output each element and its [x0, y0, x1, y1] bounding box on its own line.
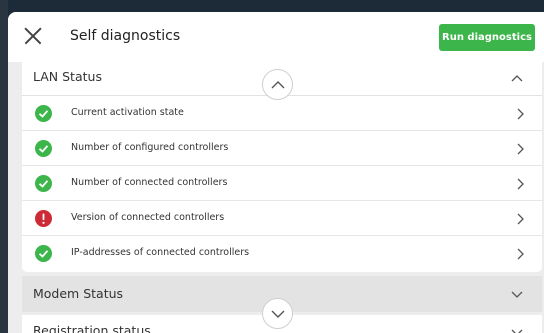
registration-status-title: Registration status [33, 323, 151, 333]
close-icon[interactable] [24, 27, 42, 45]
list-item-label: Number of configured controllers [71, 142, 229, 153]
run-diagnostics-button[interactable]: Run diagnostics [439, 24, 535, 51]
page-title: Self diagnostics [70, 28, 181, 44]
panel-header: Self diagnostics Run diagnostics [8, 12, 544, 62]
chevron-right-icon[interactable] [515, 247, 525, 261]
list-item-label: Version of connected controllers [71, 212, 225, 223]
modem-status-title: Modem Status [33, 286, 124, 301]
chevron-down-icon[interactable] [510, 287, 524, 301]
check-circle-icon [35, 245, 52, 262]
list-item-label: Current activation state [71, 107, 184, 118]
list-item[interactable]: Number of connected controllers [22, 166, 542, 201]
chevron-right-icon[interactable] [515, 177, 525, 191]
list-item[interactable]: Current activation state [22, 96, 542, 131]
list-item-label: IP-addresses of connected controllers [71, 247, 250, 258]
lan-status-title: LAN Status [33, 69, 102, 84]
left-edge-background [0, 0, 8, 333]
check-circle-icon [35, 140, 52, 157]
chevron-down-icon [271, 310, 284, 318]
chevron-right-icon[interactable] [515, 107, 525, 121]
chevron-right-icon[interactable] [515, 212, 525, 226]
check-circle-icon [35, 175, 52, 192]
scroll-down-button[interactable] [262, 298, 293, 329]
chevron-right-icon[interactable] [515, 142, 525, 156]
self-diagnostics-panel: Self diagnostics Run diagnostics LAN Sta… [8, 12, 544, 333]
list-item[interactable]: Version of connected controllers [22, 201, 542, 236]
chevron-up-icon[interactable] [510, 71, 524, 85]
chevron-up-icon [271, 80, 284, 88]
error-icon [35, 210, 52, 227]
list-item[interactable]: Number of configured controllers [22, 131, 542, 166]
chevron-down-icon[interactable] [510, 325, 524, 333]
check-circle-icon [35, 105, 52, 122]
list-item[interactable]: IP-addresses of connected controllers [22, 236, 542, 271]
scroll-up-button[interactable] [262, 69, 293, 100]
list-item-label: Number of connected controllers [71, 177, 228, 188]
